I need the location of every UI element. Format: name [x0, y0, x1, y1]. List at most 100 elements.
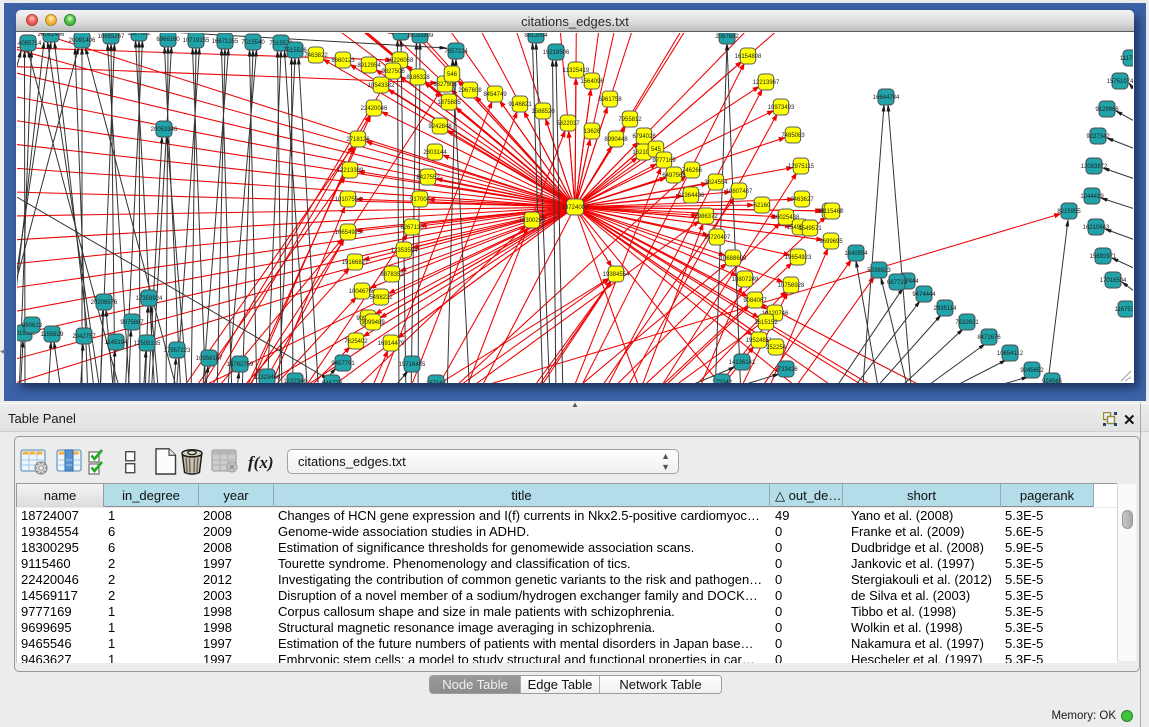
- svg-text:7955812: 7955812: [618, 117, 642, 123]
- svg-text:6961758: 6961758: [598, 97, 622, 103]
- svg-text:1640954: 1640954: [844, 251, 868, 257]
- svg-text:8186328: 8186328: [406, 75, 430, 81]
- svg-text:5498222: 5498222: [369, 295, 393, 301]
- svg-text:15716485: 15716485: [399, 362, 426, 368]
- svg-text:21364436: 21364436: [678, 193, 705, 199]
- svg-text:20206576: 20206576: [91, 300, 118, 306]
- svg-text:1733426: 1733426: [774, 367, 798, 373]
- svg-text:15720407: 15720407: [704, 235, 731, 241]
- svg-text:8813054: 8813054: [524, 33, 548, 39]
- svg-text:12093872: 12093872: [1081, 164, 1108, 170]
- svg-text:10807487: 10807487: [726, 189, 753, 195]
- svg-text:9777169: 9777169: [652, 158, 676, 164]
- svg-text:15692971: 15692971: [1090, 254, 1117, 260]
- svg-text:17957223: 17957223: [164, 348, 191, 354]
- svg-text:3624554: 3624554: [704, 180, 728, 186]
- svg-text:9129966: 9129966: [1095, 107, 1119, 113]
- svg-text:687723: 687723: [887, 280, 908, 286]
- svg-text:10654112: 10654112: [997, 351, 1024, 357]
- svg-text:8660123: 8660123: [331, 58, 355, 64]
- svg-text:1875685: 1875685: [437, 100, 461, 106]
- svg-text:5822037: 5822037: [556, 121, 580, 127]
- svg-text:10719155: 10719155: [183, 38, 210, 44]
- svg-text:7463822: 7463822: [304, 53, 328, 59]
- svg-text:10654925: 10654925: [335, 230, 362, 236]
- svg-text:17016504: 17016504: [1100, 278, 1127, 284]
- svg-text:9115460: 9115460: [821, 209, 845, 215]
- svg-text:6966160: 6966160: [156, 37, 180, 43]
- svg-text:173342: 173342: [712, 380, 733, 383]
- svg-text:9457791: 9457791: [331, 361, 355, 367]
- svg-text:18724007: 18724007: [562, 205, 589, 211]
- svg-text:2718126: 2718126: [346, 137, 370, 143]
- svg-text:850613: 850613: [22, 323, 43, 329]
- svg-text:8454749: 8454749: [483, 92, 507, 98]
- svg-text:16154808: 16154808: [735, 54, 762, 60]
- svg-text:10756928: 10756928: [778, 283, 805, 289]
- svg-text:10655267: 10655267: [98, 34, 125, 40]
- svg-text:20091406: 20091406: [69, 38, 96, 44]
- svg-text:9242848: 9242848: [428, 124, 452, 130]
- svg-text:18807249: 18807249: [732, 277, 759, 283]
- svg-text:7515540: 7515540: [241, 40, 265, 46]
- svg-text:2935114: 2935114: [934, 306, 958, 312]
- svg-text:7625402: 7625402: [344, 339, 368, 345]
- svg-text:1167533: 1167533: [1115, 307, 1133, 313]
- svg-text:7986372: 7986372: [694, 214, 718, 220]
- svg-text:1564096: 1564096: [580, 79, 604, 85]
- svg-text:17359924: 17359924: [136, 296, 163, 302]
- svg-text:2942757: 2942757: [72, 334, 96, 340]
- svg-text:1145194: 1145194: [105, 340, 129, 346]
- svg-text:15751074: 15751074: [1107, 79, 1133, 85]
- svg-text:6497568: 6497568: [662, 173, 686, 179]
- svg-text:9699695: 9699695: [819, 239, 843, 245]
- svg-text:10688609: 10688609: [720, 256, 747, 262]
- svg-text:12353594: 12353594: [391, 248, 418, 254]
- svg-text:19384554: 19384554: [603, 272, 630, 278]
- svg-text:12213389: 12213389: [337, 168, 364, 174]
- svg-text:9245652: 9245652: [1020, 368, 1044, 374]
- svg-text:14136141: 14136141: [729, 360, 756, 366]
- svg-text:2087682: 2087682: [715, 34, 739, 40]
- svg-text:8267130: 8267130: [400, 225, 424, 231]
- svg-text:1156829: 1156829: [41, 332, 65, 338]
- svg-text:8990448: 8990448: [604, 137, 628, 143]
- svg-text:14055714: 14055714: [17, 41, 42, 47]
- svg-text:9327508: 9327508: [433, 82, 457, 88]
- svg-text:924565: 924565: [1042, 379, 1063, 383]
- svg-text:8471676: 8471676: [977, 335, 1001, 341]
- svg-text:10543382: 10543382: [368, 83, 395, 89]
- svg-text:20091406: 20091406: [38, 33, 65, 38]
- svg-text:9463627: 9463627: [790, 197, 814, 203]
- svg-text:18300295: 18300295: [519, 218, 546, 224]
- svg-text:12975115: 12975115: [788, 164, 815, 170]
- svg-text:1117524: 1117524: [1120, 56, 1133, 62]
- svg-text:5938923: 5938923: [867, 268, 891, 274]
- svg-text:10107554: 10107554: [335, 197, 362, 203]
- svg-text:16671355: 16671355: [212, 39, 239, 45]
- svg-text:19218506: 19218506: [543, 50, 570, 56]
- svg-text:945779: 945779: [322, 381, 343, 383]
- svg-text:9227342: 9227342: [1086, 134, 1110, 140]
- svg-text:9099489: 9099489: [361, 320, 385, 326]
- svg-text:1588520: 1588520: [531, 109, 555, 115]
- svg-text:252254: 252254: [766, 345, 787, 351]
- svg-text:9474444: 9474444: [912, 292, 936, 298]
- svg-text:1232346: 1232346: [283, 379, 307, 383]
- svg-text:9084067: 9084067: [743, 298, 767, 304]
- svg-text:8427552: 8427552: [416, 175, 440, 181]
- svg-text:2967608: 2967608: [458, 88, 482, 94]
- svg-text:8215955: 8215955: [1057, 209, 1081, 215]
- svg-text:1527602: 1527602: [127, 33, 151, 37]
- svg-text:16210643: 16210643: [1083, 225, 1110, 231]
- svg-text:6794028: 6794028: [632, 134, 656, 140]
- svg-text:1244419: 1244419: [1080, 194, 1104, 200]
- svg-text:7632621: 7632621: [955, 320, 979, 326]
- svg-text:19654923: 19654923: [785, 255, 812, 261]
- svg-text:13626: 13626: [584, 129, 601, 135]
- svg-text:62160: 62160: [754, 203, 771, 209]
- svg-text:9146821: 9146821: [508, 102, 532, 108]
- svg-text:16033809: 16033809: [407, 33, 434, 39]
- svg-text:f(x): f(x): [248, 453, 273, 472]
- svg-text:9827506: 9827506: [381, 69, 405, 75]
